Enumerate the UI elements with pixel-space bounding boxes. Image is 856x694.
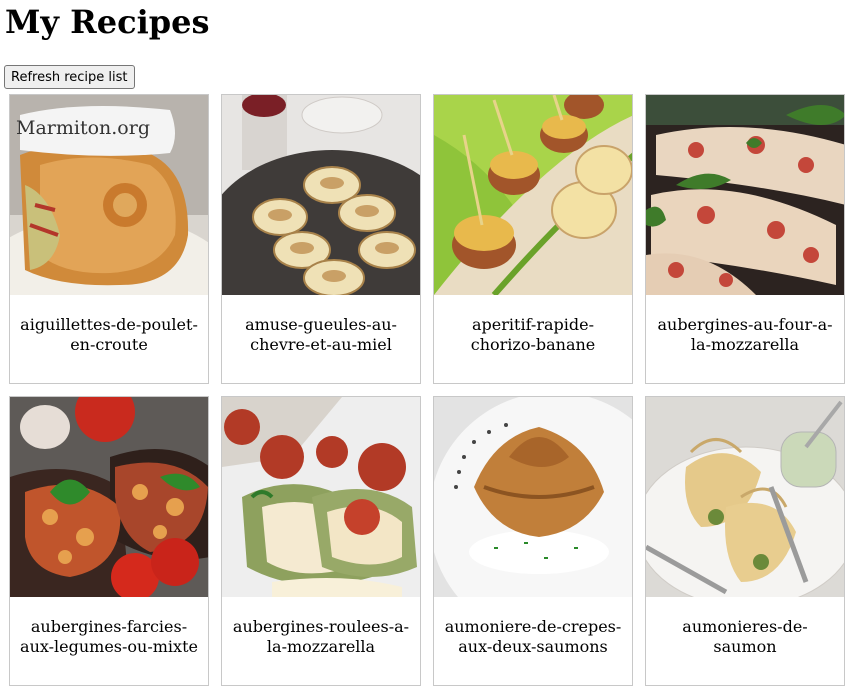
recipe-card[interactable]: aubergines-roulees-a-la-mozzarella [221, 396, 421, 686]
recipe-card[interactable]: aubergines-farcies-aux-legumes-ou-mixte [9, 396, 209, 686]
recipe-title[interactable]: aubergines-au-four-a-la-mozzarella [656, 315, 834, 355]
marmiton-watermark: Marmiton.org [16, 117, 150, 139]
recipe-card[interactable]: aumoniere-de-crepes-aux-deux-saumons [433, 396, 633, 686]
recipe-image[interactable] [646, 95, 844, 295]
page-title: My Recipes [5, 3, 210, 41]
recipe-image[interactable] [222, 397, 420, 597]
recipe-title[interactable]: aumoniere-de-crepes-aux-deux-saumons [444, 617, 622, 657]
recipe-card[interactable]: amuse-gueules-au-chevre-et-au-miel [221, 94, 421, 384]
recipe-card[interactable]: Marmiton.org aiguillettes-de-poulet-en-c… [9, 94, 209, 384]
recipe-image[interactable] [222, 95, 420, 295]
recipe-title[interactable]: aumonieres-de-saumon [656, 617, 834, 657]
refresh-recipe-list-button[interactable]: Refresh recipe list [4, 65, 135, 89]
recipe-image[interactable] [10, 397, 208, 597]
recipe-title[interactable]: aubergines-roulees-a-la-mozzarella [232, 617, 410, 657]
recipe-image[interactable] [434, 397, 632, 597]
recipe-card[interactable]: aperitif-rapide-chorizo-banane [433, 94, 633, 384]
recipe-card[interactable]: aubergines-au-four-a-la-mozzarella [645, 94, 845, 384]
recipe-title[interactable]: aubergines-farcies-aux-legumes-ou-mixte [20, 617, 198, 657]
recipe-image[interactable] [434, 95, 632, 295]
recipe-title[interactable]: amuse-gueules-au-chevre-et-au-miel [232, 315, 410, 355]
recipe-image[interactable]: Marmiton.org [10, 95, 208, 295]
recipe-title[interactable]: aperitif-rapide-chorizo-banane [444, 315, 622, 355]
recipe-card[interactable]: aumonieres-de-saumon [645, 396, 845, 686]
recipe-image[interactable] [646, 397, 844, 597]
recipe-title[interactable]: aiguillettes-de-poulet-en-croute [20, 315, 198, 355]
